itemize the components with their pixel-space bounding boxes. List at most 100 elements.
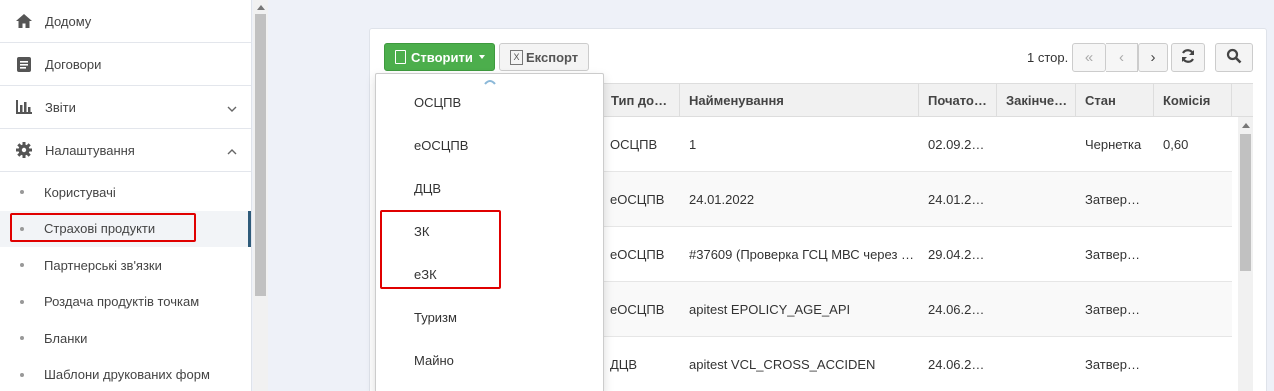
sidebar-subitem-blanks[interactable]: Бланки	[0, 320, 251, 357]
table-row[interactable]: еОСЦПВ #37609 (Проверка ГСЦ МВС через … …	[601, 227, 1232, 282]
column-header-name[interactable]: Найменування	[680, 84, 919, 116]
scrollbar-thumb[interactable]	[255, 14, 266, 296]
cell-type: ДЦВ	[610, 356, 638, 372]
chevron-up-icon	[227, 145, 237, 155]
cell-name: 24.01.2022	[689, 191, 755, 207]
column-header-type[interactable]: Тип до…	[601, 84, 680, 116]
bullet-icon	[20, 263, 24, 268]
cell-start: 24.06.2…	[928, 356, 985, 372]
cell-commission	[1154, 227, 1232, 281]
dropdown-scroll-up-icon[interactable]	[484, 74, 496, 85]
bar-chart-icon	[14, 97, 34, 117]
sidebar-item-label: Додому	[45, 13, 92, 29]
menu-item-e-zk[interactable]: еЗК	[414, 267, 437, 282]
column-header-commission[interactable]: Комісія	[1154, 84, 1232, 116]
sidebar-item-label: Договори	[45, 56, 102, 72]
sidebar-item-home[interactable]: Додому	[0, 0, 251, 43]
column-header-start[interactable]: Почато…	[919, 84, 997, 116]
cell-end	[997, 172, 1076, 226]
prev-page-icon: ‹	[1119, 49, 1124, 66]
gear-icon	[14, 140, 34, 160]
document-icon	[14, 54, 34, 74]
scroll-up-arrow-icon[interactable]	[1242, 123, 1250, 128]
table-row[interactable]: ДЦВ apitest VCL_CROSS_ACCIDEN 24.06.2… З…	[601, 337, 1232, 391]
create-button[interactable]: Створити	[384, 43, 495, 71]
sidebar-subitem-product-distribution[interactable]: Роздача продуктів точкам	[0, 284, 251, 321]
sidebar-subitem-label: Страхові продукти	[44, 221, 156, 237]
prev-page-button[interactable]: ‹	[1106, 43, 1138, 72]
sidebar-item-settings[interactable]: Налаштування	[0, 129, 251, 172]
sidebar-subitem-label: Роздача продуктів точкам	[44, 294, 200, 310]
bullet-icon	[20, 226, 24, 231]
bullet-icon	[20, 372, 24, 377]
sidebar-scrollbar[interactable]	[253, 0, 268, 391]
cell-type: еОСЦПВ	[610, 246, 665, 262]
table-header-filler	[1232, 83, 1253, 117]
menu-item-e-osago[interactable]: еОСЦПВ	[414, 138, 468, 153]
sidebar-item-contracts[interactable]: Договори	[0, 43, 251, 86]
sidebar-item-label: Звіти	[45, 99, 76, 115]
export-button[interactable]: X Експорт	[499, 43, 589, 71]
menu-item-tourism[interactable]: Туризм	[414, 310, 457, 325]
home-icon	[14, 11, 34, 31]
cell-type: еОСЦПВ	[610, 191, 665, 207]
chevron-down-icon	[227, 102, 237, 112]
menu-item-zk[interactable]: ЗК	[414, 224, 429, 239]
cell-name: #37609 (Проверка ГСЦ МВС через …	[689, 246, 915, 262]
next-page-button[interactable]: ›	[1138, 43, 1168, 72]
cell-type: ОСЦПВ	[610, 136, 658, 152]
data-table: Тип до… Найменування Почато… Закінче… Ст…	[601, 83, 1232, 391]
scroll-up-arrow-icon[interactable]	[257, 5, 265, 10]
cell-commission	[1154, 337, 1232, 391]
sidebar: Додому Договори Звіти Налаштування Корис…	[0, 0, 252, 391]
cell-end	[997, 337, 1076, 391]
cell-start: 02.09.2…	[928, 136, 985, 152]
table-row[interactable]: еОСЦПВ apitest EPOLICY_AGE_API 24.06.2… …	[601, 282, 1232, 337]
sidebar-item-reports[interactable]: Звіти	[0, 86, 251, 129]
sidebar-subitem-users[interactable]: Користувачі	[0, 174, 251, 211]
cell-status: Затвер…	[1085, 246, 1140, 262]
create-button-label: Створити	[411, 49, 473, 65]
search-button[interactable]	[1215, 43, 1253, 72]
first-page-icon: «	[1084, 49, 1094, 66]
cell-end	[997, 227, 1076, 281]
cell-type: еОСЦПВ	[610, 301, 665, 317]
cell-name: 1	[689, 136, 697, 152]
table-row[interactable]: еОСЦПВ 24.01.2022 24.01.2… Затвер…	[601, 172, 1232, 227]
table-row[interactable]: ОСЦПВ 1 02.09.2… Чернетка 0,60	[601, 117, 1232, 172]
refresh-button[interactable]	[1171, 43, 1205, 72]
export-button-label: Експорт	[526, 49, 579, 65]
menu-item-property[interactable]: Майно	[414, 353, 454, 368]
cell-commission: 0,60	[1163, 136, 1189, 152]
menu-item-osago[interactable]: ОСЦПВ	[414, 95, 461, 110]
column-header-status[interactable]: Стан	[1076, 84, 1154, 116]
new-document-icon	[395, 50, 406, 64]
cell-start: 29.04.2…	[928, 246, 985, 262]
cell-status: Затвер…	[1085, 191, 1140, 207]
cell-end	[997, 117, 1076, 171]
bullet-icon	[20, 299, 24, 304]
caret-down-icon	[478, 55, 485, 59]
create-dropdown-menu: ОСЦПВ еОСЦПВ ДЦВ ЗК еЗК Туризм Майно	[375, 73, 604, 391]
sidebar-subitem-partner-links[interactable]: Партнерські зв'язки	[0, 247, 251, 284]
scrollbar-thumb[interactable]	[1240, 134, 1251, 271]
cell-status: Затвер…	[1085, 301, 1140, 317]
sidebar-subitem-insurance-products[interactable]: Страхові продукти	[0, 210, 251, 247]
sidebar-subitem-label: Користувачі	[44, 184, 116, 200]
table-header: Тип до… Найменування Почато… Закінче… Ст…	[601, 83, 1232, 117]
table-scrollbar[interactable]	[1238, 117, 1253, 391]
cell-name: apitest VCL_CROSS_ACCIDEN	[689, 356, 876, 372]
cell-commission	[1154, 172, 1232, 226]
search-icon	[1226, 48, 1242, 68]
sidebar-subitem-label: Бланки	[44, 330, 88, 346]
cell-start: 24.06.2…	[928, 301, 985, 317]
menu-item-dcv[interactable]: ДЦВ	[414, 181, 441, 196]
first-page-button[interactable]: «	[1072, 43, 1106, 72]
sidebar-subitem-print-templates[interactable]: Шаблони друкованих форм	[0, 357, 251, 391]
page-count-label: 1 стор.	[1027, 50, 1069, 65]
refresh-icon	[1180, 48, 1196, 68]
cell-status: Чернетка	[1085, 136, 1142, 152]
column-header-end[interactable]: Закінче…	[997, 84, 1076, 116]
excel-icon: X	[510, 49, 523, 65]
sidebar-subitem-label: Партнерські зв'язки	[44, 257, 162, 273]
